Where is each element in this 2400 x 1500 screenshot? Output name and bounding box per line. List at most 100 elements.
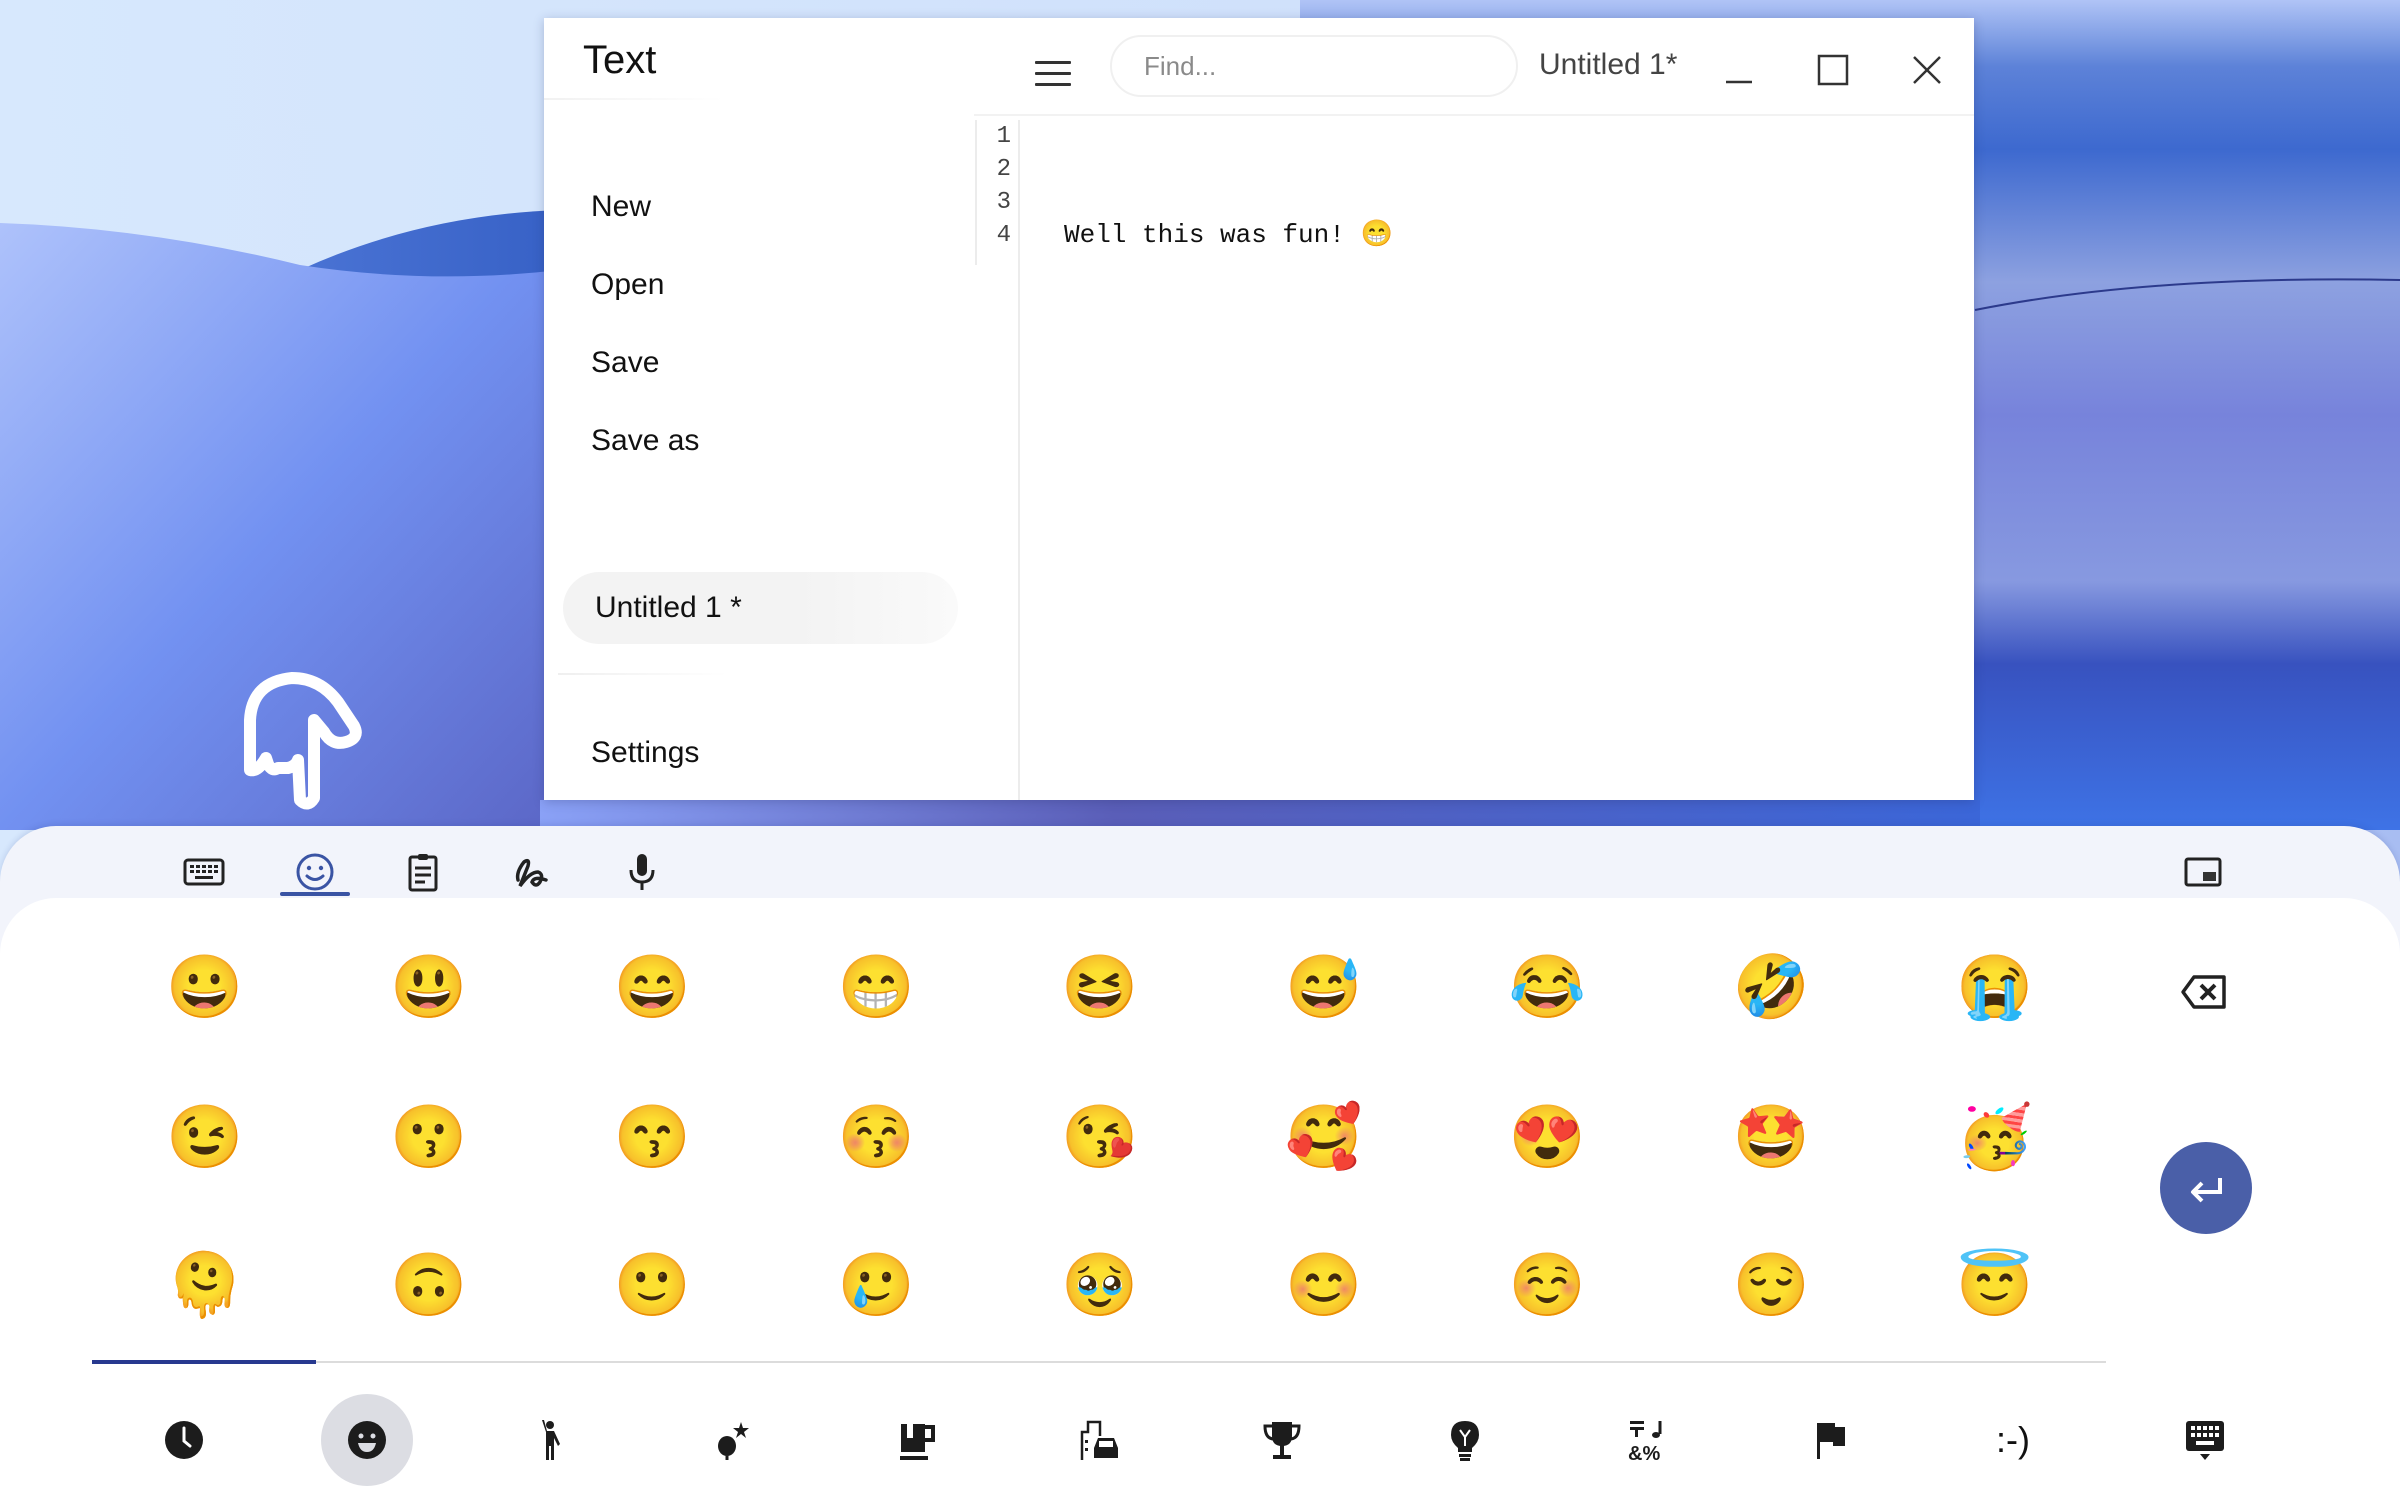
open-document-tab[interactable]: Untitled 1 * (563, 572, 958, 644)
emoji-key[interactable]: 😌 (1711, 1226, 1831, 1346)
mug-icon (900, 1424, 935, 1460)
editor-line-text: Well this was fun! (1064, 220, 1361, 250)
lightbulb-icon (1451, 1421, 1479, 1461)
maximize-icon (1817, 54, 1849, 86)
line-number: 3 (996, 189, 1011, 216)
emoji-key[interactable]: 😗 (369, 1078, 489, 1198)
category-symbols[interactable]: &% (1602, 1394, 1694, 1486)
emoji-key[interactable]: 😘 (1040, 1078, 1160, 1198)
text-app-window: Text Untitled 1* New Open Save Save as U… (544, 18, 1974, 800)
emoji-key[interactable]: ☺️ (1488, 1226, 1608, 1346)
emoji-key[interactable]: 😉 (145, 1078, 265, 1198)
hide-keyboard-button[interactable] (2159, 1394, 2251, 1486)
backspace-button[interactable] (2165, 960, 2245, 1024)
emoji-key[interactable]: 😅 (1264, 928, 1384, 1048)
emoji-icon (296, 853, 334, 891)
clipboard-mode-button[interactable] (388, 840, 458, 904)
emoji-key[interactable]: 😚 (816, 1078, 936, 1198)
flag-icon (1817, 1423, 1845, 1459)
app-title: Text (583, 38, 657, 82)
emoji-key[interactable]: 😂 (1488, 928, 1608, 1048)
emoji-key[interactable]: 😃 (369, 928, 489, 1048)
emoji-key[interactable]: 🫠 (145, 1226, 265, 1346)
text-editor[interactable]: Well this was fun! 😁 (1018, 120, 1974, 800)
emoji-key[interactable]: 😍 (1488, 1078, 1608, 1198)
symbols-icon: &% (1628, 1421, 1662, 1462)
keyboard-mode-button[interactable] (169, 840, 239, 904)
category-activities[interactable] (1236, 1394, 1328, 1486)
microphone-icon (629, 854, 655, 890)
close-icon (1913, 56, 1941, 84)
category-track (92, 1361, 2106, 1363)
header-divider (974, 114, 1974, 116)
handwriting-mode-button[interactable] (497, 840, 567, 904)
category-animals-nature[interactable] (687, 1394, 779, 1486)
svg-text:&%: &% (1628, 1443, 1660, 1462)
menu-item-settings[interactable]: Settings (591, 736, 699, 770)
clock-icon (165, 1421, 203, 1459)
maximize-button[interactable] (1803, 40, 1863, 100)
sidebar-menu: New Open Save Save as Untitled 1 * Setti… (544, 118, 1018, 800)
hamburger-icon-line (1035, 71, 1071, 75)
menu-item-save-as[interactable]: Save as (591, 424, 699, 458)
category-emoticons[interactable]: :-) (1967, 1394, 2059, 1486)
enter-icon (2191, 1178, 2222, 1203)
emoji-key[interactable]: 🤩 (1711, 1078, 1831, 1198)
line-number: 4 (996, 222, 1011, 249)
line-number: 1 (996, 123, 1011, 150)
category-people[interactable] (504, 1394, 596, 1486)
category-objects[interactable] (1419, 1394, 1511, 1486)
emoji-key[interactable]: 🥲 (816, 1226, 936, 1346)
clipboard-icon (408, 854, 438, 892)
find-input[interactable] (1110, 35, 1518, 97)
title-divider (544, 98, 724, 100)
touch-pointer-icon (228, 660, 368, 810)
emoji-key[interactable]: 😀 (145, 928, 265, 1048)
category-scroll-indicator (92, 1360, 316, 1364)
keyboard-hide-icon (2186, 1421, 2224, 1460)
menu-item-save[interactable]: Save (591, 346, 659, 380)
category-flags[interactable] (1785, 1394, 1877, 1486)
floating-keyboard-button[interactable] (2168, 840, 2238, 904)
menu-item-open[interactable]: Open (591, 268, 664, 302)
keyboard-icon (183, 858, 225, 886)
emoji-key[interactable]: 🙂 (593, 1226, 713, 1346)
emoji-key[interactable]: 🥰 (1264, 1078, 1384, 1198)
emoji-key[interactable]: 🥹 (1040, 1226, 1160, 1346)
emoji-key[interactable]: 😊 (1264, 1226, 1384, 1346)
emoji-key[interactable]: 🙃 (369, 1226, 489, 1346)
category-travel-places[interactable] (1054, 1394, 1146, 1486)
emoticon-icon: :-) (1996, 1419, 2030, 1460)
category-food-drink[interactable] (871, 1394, 963, 1486)
close-button[interactable] (1897, 40, 1957, 100)
emoji-key[interactable]: 😇 (1935, 1226, 2055, 1346)
emoji-key[interactable]: 🤣 (1711, 928, 1831, 1048)
line-number: 2 (996, 156, 1011, 183)
category-recent[interactable] (138, 1394, 230, 1486)
backspace-icon (2181, 975, 2226, 1009)
category-smileys[interactable] (321, 1394, 413, 1486)
emoji-key[interactable]: 😆 (1040, 928, 1160, 1048)
emoji-key[interactable]: 🥳 (1935, 1078, 2055, 1198)
emoji-key[interactable]: 😄 (593, 928, 713, 1048)
voice-input-button[interactable] (607, 840, 677, 904)
building-car-icon (1080, 1420, 1118, 1460)
line-number-gutter: 1 2 3 4 (975, 120, 1017, 265)
hamburger-icon (1035, 60, 1071, 64)
emoji-picker: 😀 😃 😄 😁 😆 😅 😂 🤣 😭 😉 😗 😙 😚 😘 🥰 😍 🤩 🥳 🫠 🙃 🙂 🥲 🥹 😊 ☺️ 😌 😇 (0, 898, 2400, 1500)
open-document-label: Untitled 1 * (595, 591, 742, 624)
emoji-key[interactable]: 😭 (1935, 928, 2055, 1048)
emoji-key[interactable]: 😙 (593, 1078, 713, 1198)
minimize-icon (1726, 80, 1752, 84)
menu-button[interactable] (1026, 46, 1080, 100)
minimize-button[interactable] (1710, 40, 1770, 100)
menu-item-new[interactable]: New (591, 190, 651, 224)
emoji-key[interactable]: 😁 (816, 928, 936, 1048)
sidebar-divider (558, 673, 728, 675)
enter-button[interactable] (2160, 1142, 2252, 1234)
grinning-emoji: 😁 (1360, 220, 1393, 250)
flower-icon (718, 1422, 749, 1460)
floating-keyboard-icon (2184, 857, 2222, 887)
document-title: Untitled 1* (1539, 48, 1678, 81)
person-icon (542, 1420, 560, 1460)
